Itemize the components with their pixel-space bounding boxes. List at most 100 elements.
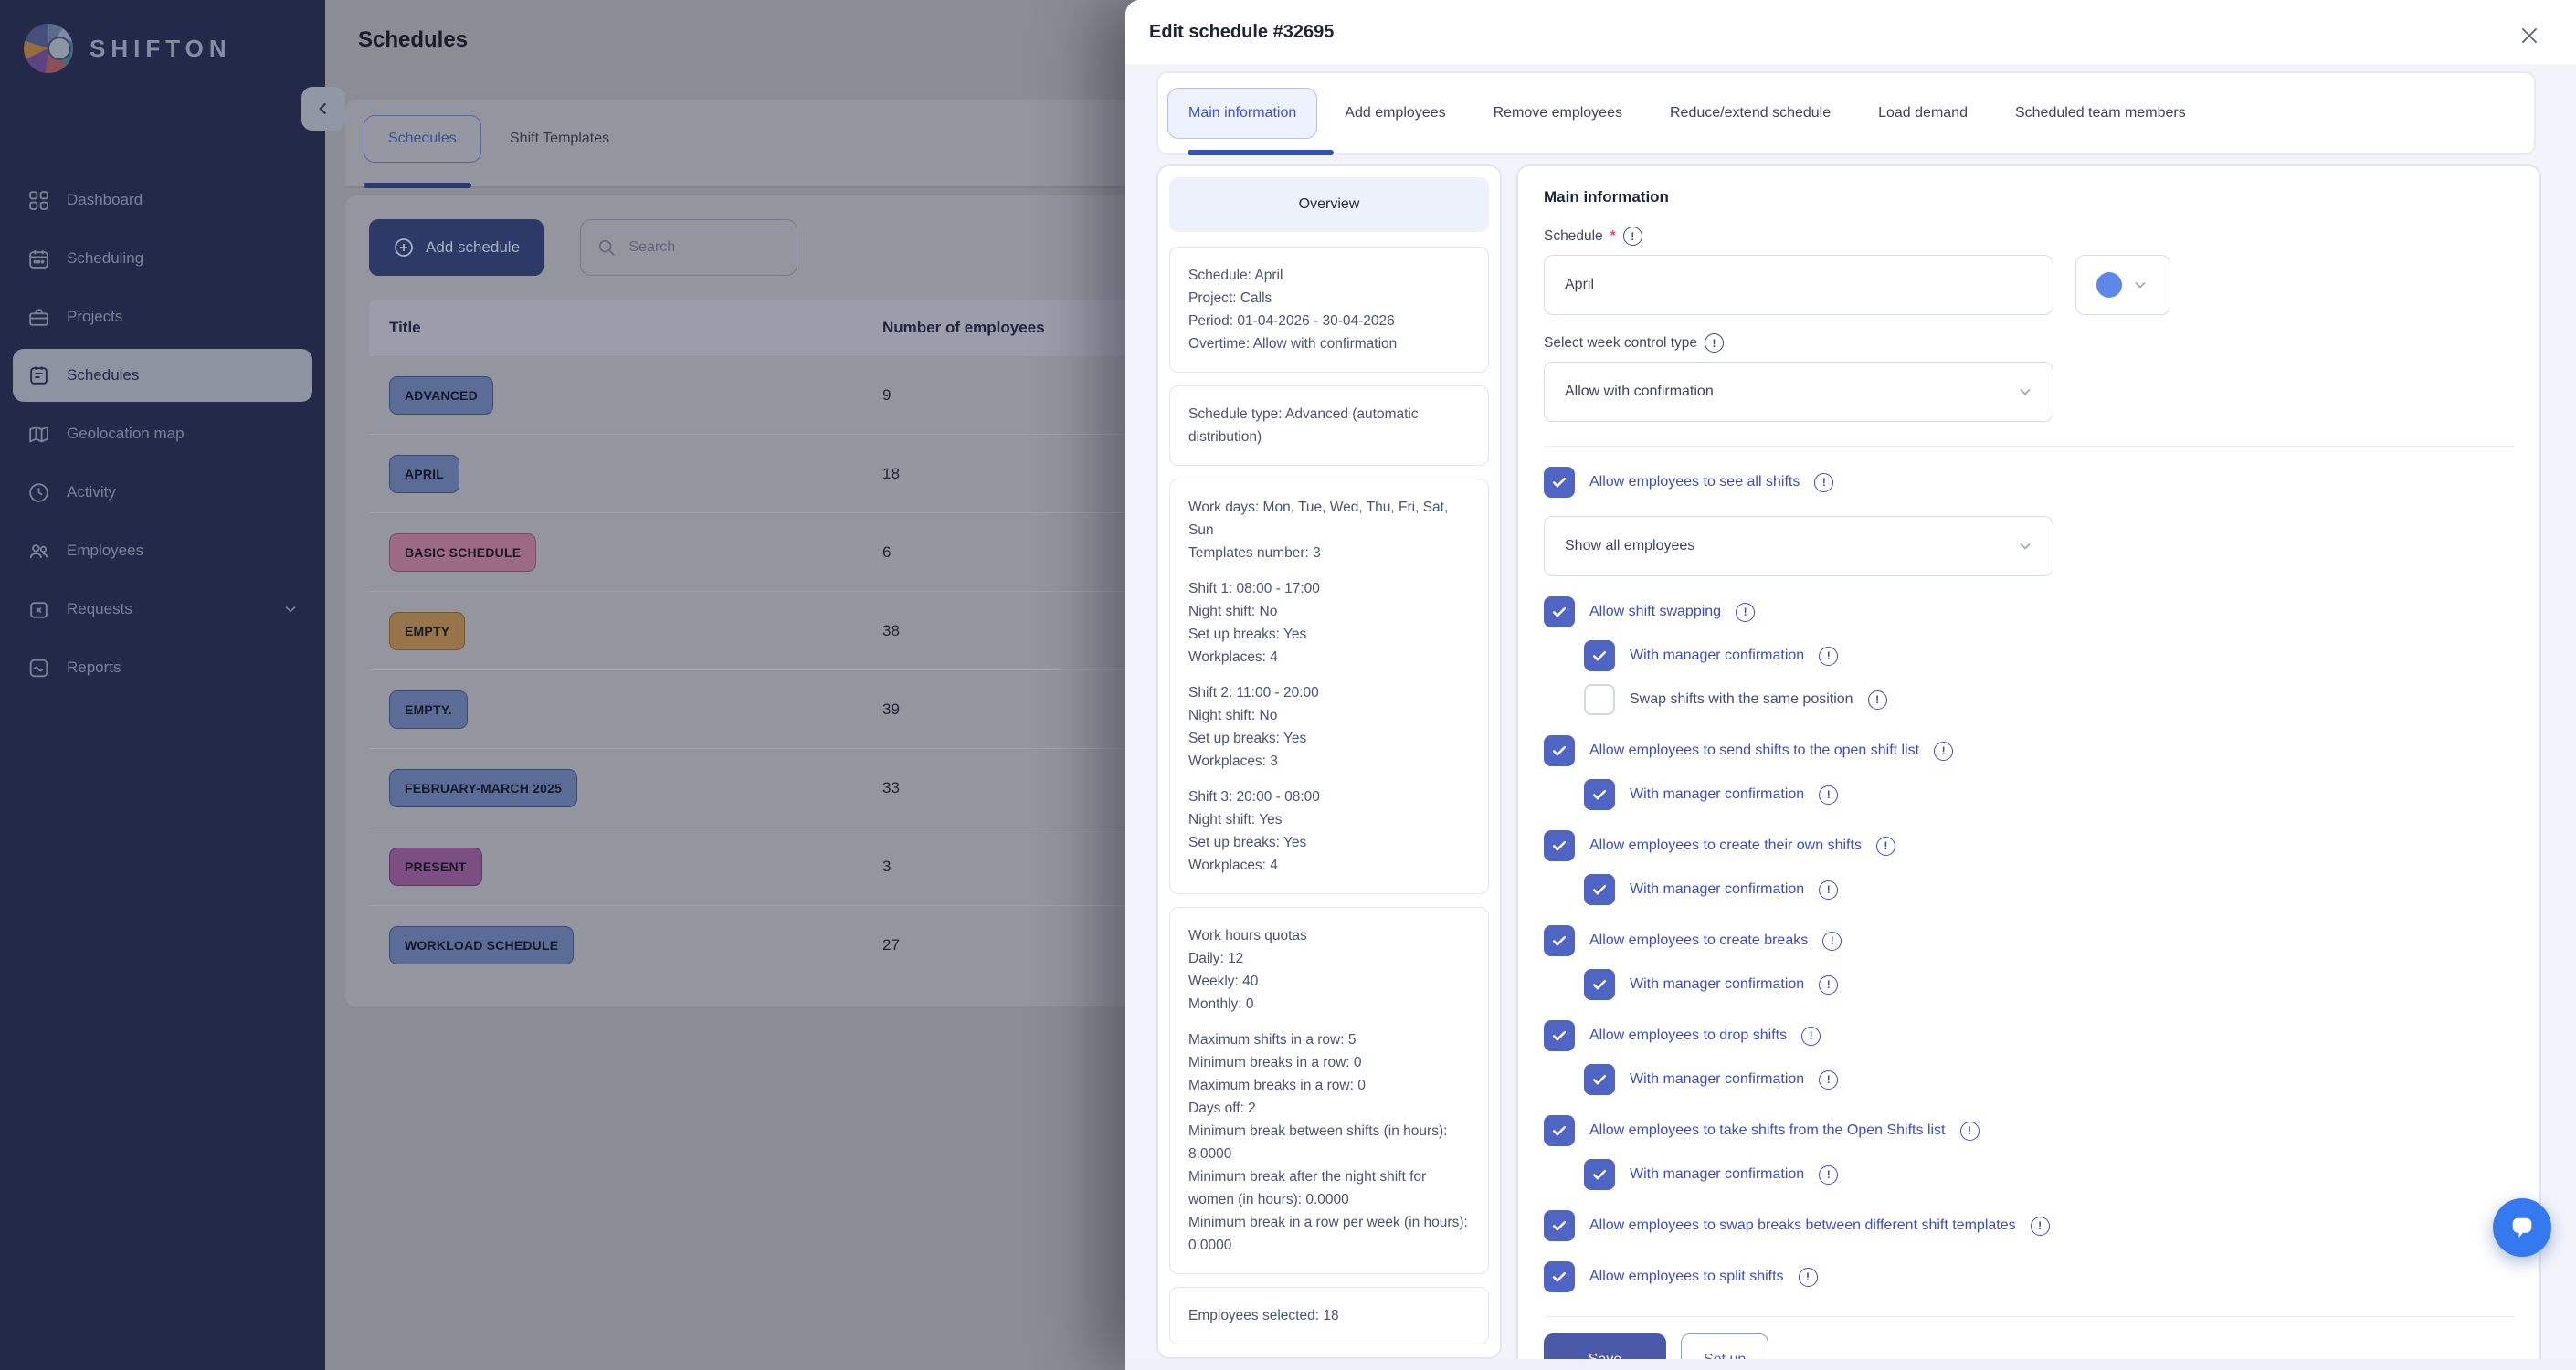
info-icon[interactable] [1819, 880, 1838, 900]
people-icon [27, 540, 50, 563]
sidebar-item-label: Requests [67, 600, 132, 618]
sidebar-item-geolocation-map[interactable]: Geolocation map [13, 407, 312, 460]
info-icon[interactable] [1819, 1165, 1838, 1185]
logo[interactable]: SHIFTON [0, 0, 325, 73]
info-icon[interactable] [1819, 785, 1838, 805]
requests-icon [27, 598, 50, 621]
sidebar-item-dashboard[interactable]: Dashboard [13, 174, 312, 227]
checkbox[interactable] [1584, 640, 1615, 671]
chat-bubble-icon [2507, 1213, 2537, 1242]
chat-widget-button[interactable] [2493, 1198, 2551, 1257]
toggle-manager-confirmation: With manager confirmation [1584, 1159, 2514, 1190]
info-icon[interactable] [2031, 1217, 2050, 1236]
overview-button[interactable]: Overview [1169, 177, 1489, 232]
schedule-name-input[interactable] [1544, 255, 2053, 315]
info-icon[interactable] [1868, 690, 1887, 710]
checkbox[interactable] [1544, 735, 1575, 766]
app-root: SHIFTON Dashboard Scheduling Projects Sc… [0, 0, 2576, 1370]
color-swatch [2096, 272, 2122, 298]
employee-visibility-select[interactable]: Show all employees [1544, 516, 2053, 576]
info-icon[interactable] [1822, 932, 1842, 951]
edit-schedule-modal: Edit schedule #32695 Main information Ad… [1125, 0, 2576, 1370]
page-title: Schedules [358, 27, 468, 53]
tab-shift-templates[interactable]: Shift Templates [486, 115, 633, 163]
schedules-icon [27, 364, 50, 387]
checkbox[interactable] [1544, 925, 1575, 956]
schedule-badge[interactable]: PRESENT [389, 848, 482, 886]
tab-scheduled-team-members[interactable]: Scheduled team members [1995, 88, 2206, 139]
sidebar-item-scheduling[interactable]: Scheduling [13, 232, 312, 285]
info-icon[interactable] [1623, 227, 1642, 246]
chevron-down-icon [2016, 537, 2034, 555]
divider [1544, 446, 2514, 447]
overview-card-employees-selected: Employees selected: 18 [1169, 1287, 1489, 1344]
schedule-badge[interactable]: EMPTY [389, 612, 465, 650]
logo-text: SHIFTON [90, 35, 232, 63]
info-icon[interactable] [1801, 1027, 1821, 1046]
schedule-field-label: Schedule * [1544, 227, 2514, 246]
checkbox[interactable] [1544, 1210, 1575, 1241]
week-control-select[interactable]: Allow with confirmation [1544, 362, 2053, 422]
toggle-swap-same-position: Swap shifts with the same position [1584, 684, 2514, 715]
checkbox[interactable] [1584, 874, 1615, 905]
overview-card-schedule: Schedule: AprilProject: CallsPeriod: 01-… [1169, 247, 1489, 373]
checkbox[interactable] [1544, 1261, 1575, 1292]
sidebar-item-label: Schedules [67, 366, 139, 385]
sidebar-item-projects[interactable]: Projects [13, 290, 312, 343]
schedule-badge[interactable]: WORKLOAD SCHEDULE [389, 926, 574, 964]
checkbox[interactable] [1544, 830, 1575, 861]
add-schedule-button[interactable]: Add schedule [369, 219, 544, 276]
tab-main-information[interactable]: Main information [1167, 88, 1317, 139]
info-icon[interactable] [1819, 1070, 1838, 1090]
tab-schedules[interactable]: Schedules [364, 115, 481, 163]
toggle-manager-confirmation: With manager confirmation [1584, 1064, 2514, 1095]
info-icon[interactable] [1814, 473, 1833, 492]
tab-remove-employees[interactable]: Remove employees [1473, 88, 1642, 139]
sidebar-item-employees[interactable]: Employees [13, 524, 312, 577]
info-icon[interactable] [1799, 1268, 1818, 1287]
tab-reduce-extend-schedule[interactable]: Reduce/extend schedule [1650, 88, 1851, 139]
schedule-badge[interactable]: EMPTY. [389, 690, 468, 729]
sidebar-item-label: Projects [67, 308, 122, 326]
sidebar-item-activity[interactable]: Activity [13, 466, 312, 519]
info-icon[interactable] [1705, 333, 1724, 353]
calendar-icon [27, 248, 50, 270]
checkbox[interactable] [1584, 779, 1615, 810]
checkbox[interactable] [1544, 1020, 1575, 1051]
toggle-manager-confirmation: With manager confirmation [1584, 779, 2514, 810]
info-icon[interactable] [1819, 647, 1838, 666]
info-icon[interactable] [1736, 603, 1755, 622]
sidebar-collapse-button[interactable] [301, 87, 345, 131]
sidebar-item-requests[interactable]: Requests [13, 583, 312, 636]
toggle-create-breaks: Allow employees to create breaks [1544, 925, 2514, 956]
info-icon[interactable] [1819, 975, 1838, 995]
schedule-color-picker[interactable] [2075, 255, 2170, 315]
checkbox[interactable] [1584, 1159, 1615, 1190]
close-icon[interactable] [2518, 24, 2541, 47]
info-icon[interactable] [1934, 742, 1953, 761]
tab-add-employees[interactable]: Add employees [1325, 88, 1465, 139]
schedule-badge[interactable]: ADVANCED [389, 376, 493, 415]
overview-card-shifts: Work days: Mon, Tue, Wed, Thu, Fri, Sat,… [1169, 479, 1489, 894]
schedule-badge[interactable]: FEBRUARY-MARCH 2025 [389, 769, 577, 807]
schedule-badge[interactable]: APRIL [389, 455, 459, 493]
sidebar-item-reports[interactable]: Reports [13, 641, 312, 694]
toggle-take-open-shifts: Allow employees to take shifts from the … [1544, 1115, 2514, 1146]
sidebar-item-schedules[interactable]: Schedules [13, 349, 312, 402]
info-icon[interactable] [1876, 837, 1895, 856]
checkbox[interactable] [1544, 467, 1575, 498]
form-heading: Main information [1544, 188, 2514, 206]
info-icon[interactable] [1960, 1122, 1980, 1141]
checkbox[interactable] [1584, 969, 1615, 1000]
toggle-manager-confirmation: With manager confirmation [1584, 640, 2514, 671]
modal-header: Edit schedule #32695 [1125, 0, 2576, 64]
tab-load-demand[interactable]: Load demand [1858, 88, 1988, 139]
checkbox[interactable] [1584, 684, 1615, 715]
briefcase-icon [27, 306, 50, 329]
chevron-left-icon [313, 99, 333, 119]
modal-tabs-bar: Main information Add employees Remove em… [1156, 71, 2536, 155]
checkbox[interactable] [1584, 1064, 1615, 1095]
schedule-badge[interactable]: BASIC SCHEDULE [389, 533, 536, 572]
checkbox[interactable] [1544, 596, 1575, 627]
checkbox[interactable] [1544, 1115, 1575, 1146]
